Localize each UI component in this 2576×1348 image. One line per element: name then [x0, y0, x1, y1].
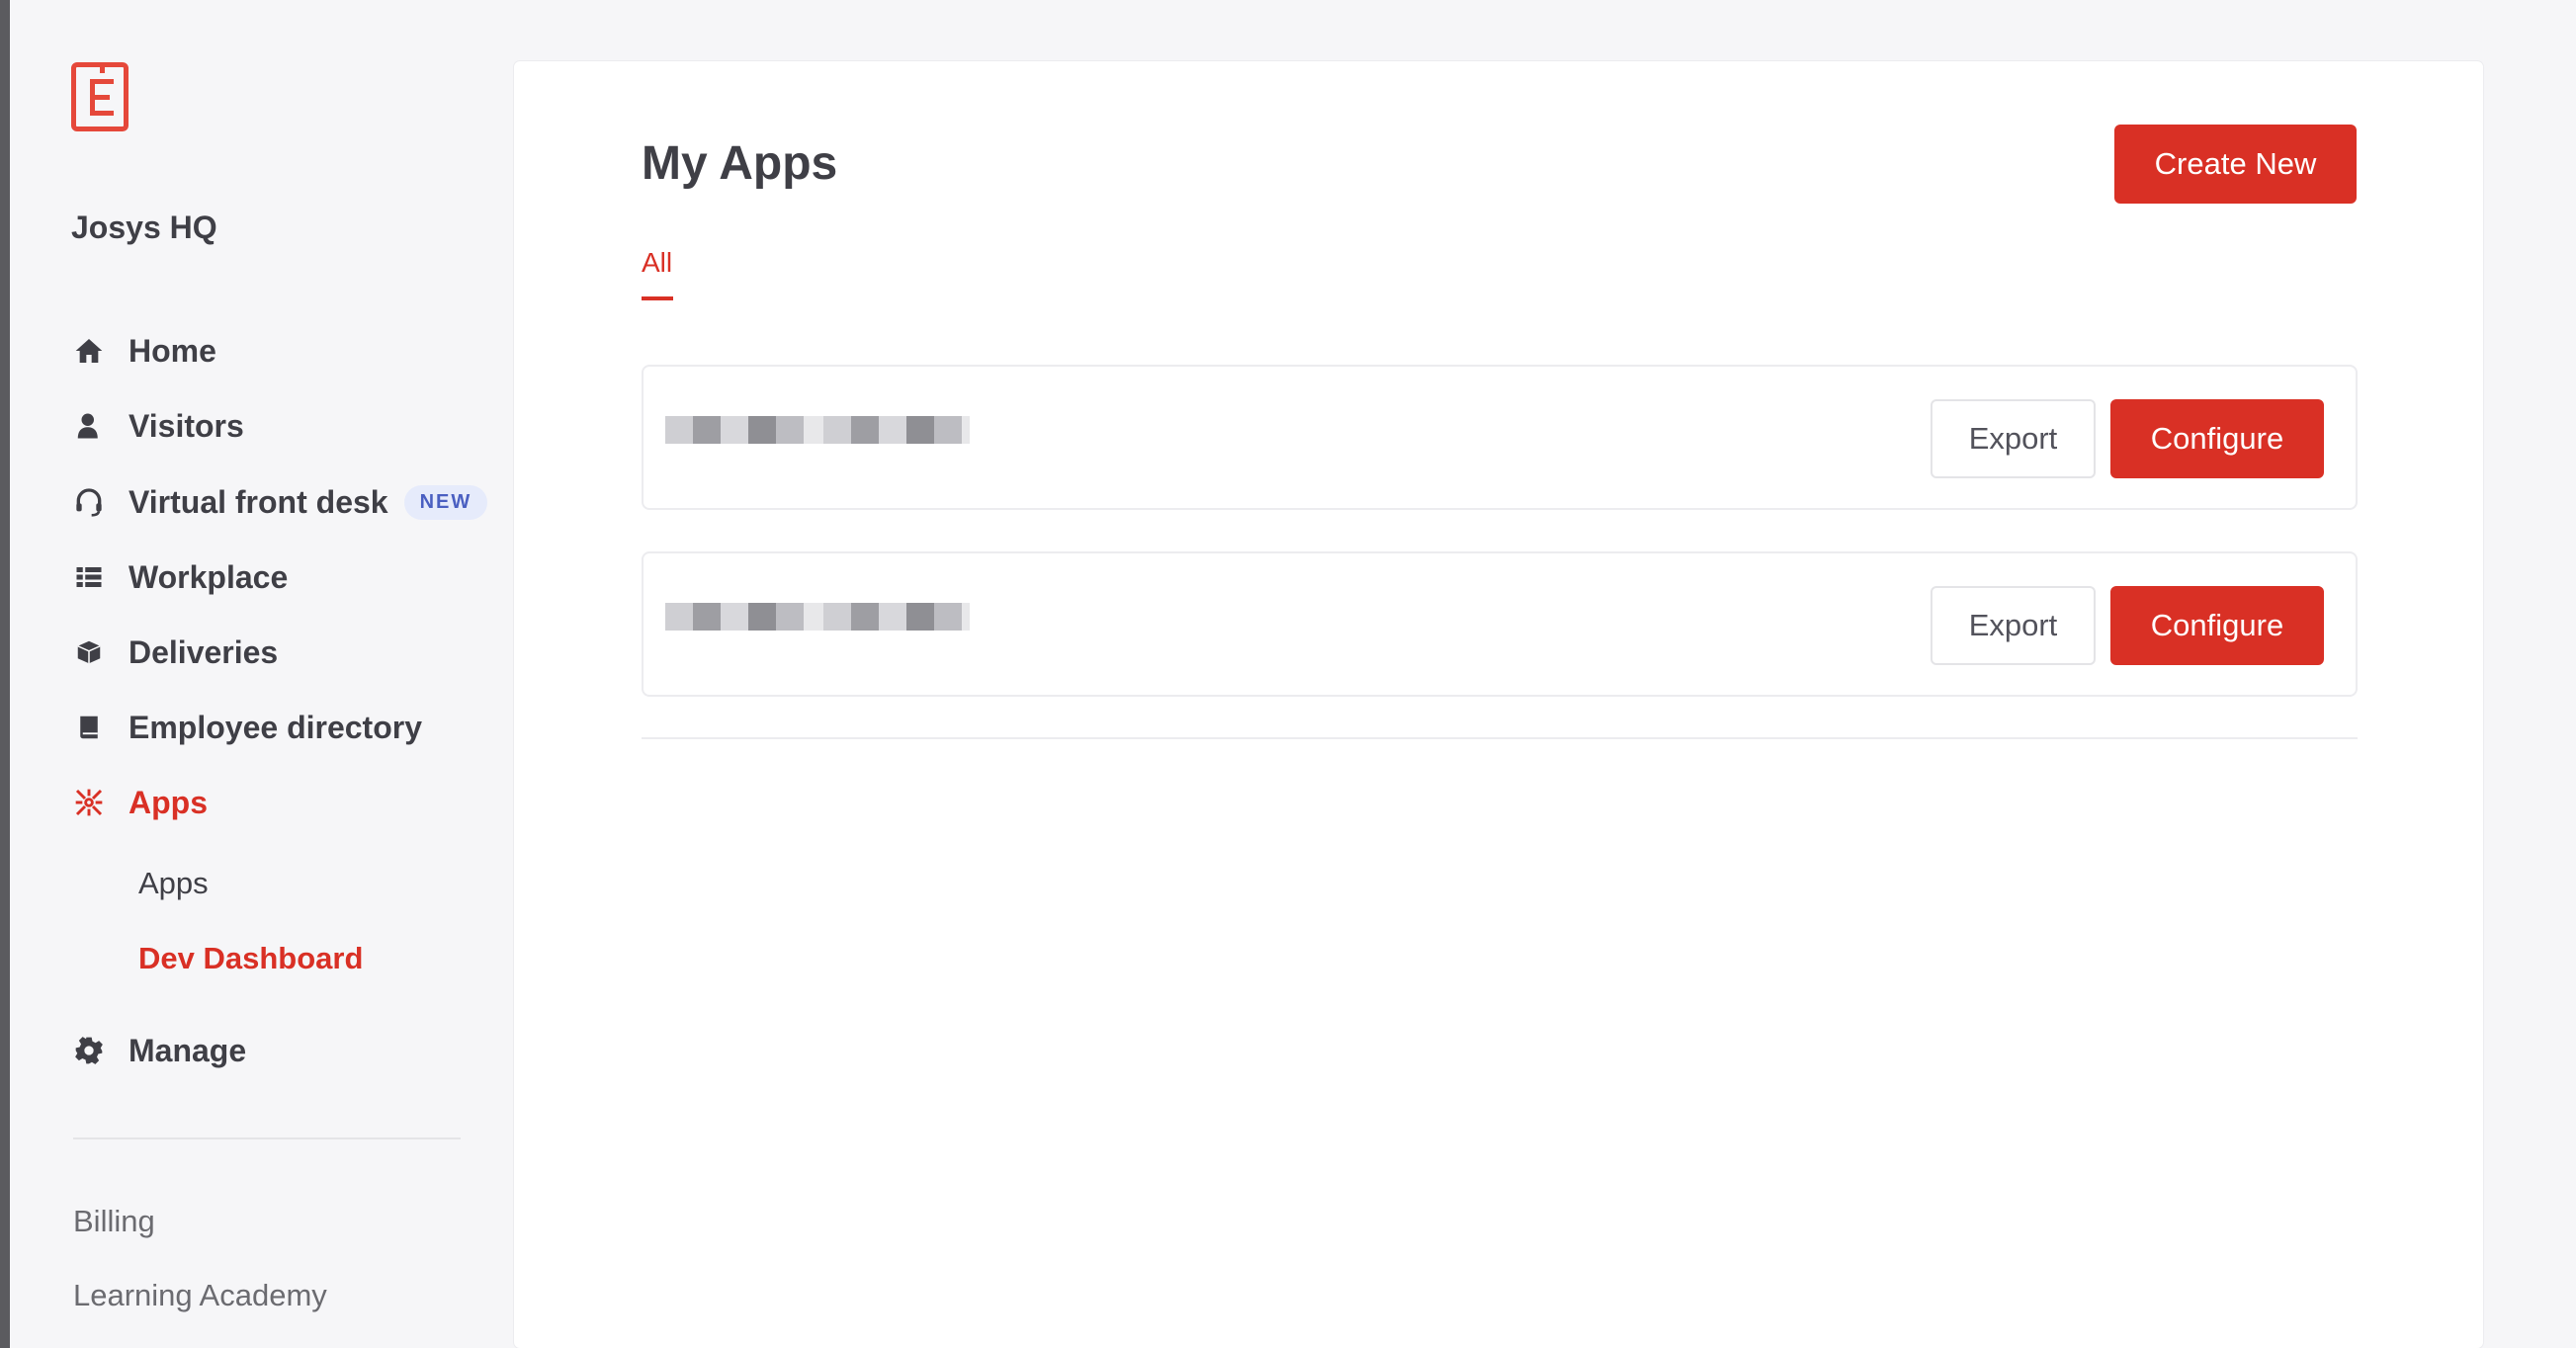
main-content — [514, 61, 2483, 1348]
nav-item-label: Apps — [129, 784, 208, 820]
active-tab-indicator — [642, 296, 673, 300]
learning-academy-link[interactable]: Learning Academy — [73, 1278, 327, 1313]
nav-item-label: Employee directory — [129, 709, 422, 745]
nav-item-visitors[interactable]: Visitors — [71, 403, 244, 449]
app-card: Export Configure — [642, 365, 2358, 510]
nav-item-label: Workplace — [129, 558, 289, 595]
app-name-redacted — [665, 603, 970, 631]
org-name[interactable]: Josys HQ — [71, 210, 217, 246]
home-icon — [71, 333, 107, 369]
nav-item-employee-directory[interactable]: Employee directory — [71, 705, 422, 750]
nav-item-virtual-front-desk[interactable]: Virtual front desk NEW — [71, 479, 488, 525]
export-button[interactable]: Export — [1931, 399, 2096, 478]
tab-all[interactable]: All — [642, 247, 672, 279]
window-edge — [0, 0, 10, 1348]
new-badge: NEW — [403, 484, 488, 520]
nav-item-manage[interactable]: Manage — [71, 1028, 246, 1073]
list-divider — [642, 737, 2358, 739]
nav-item-label: Virtual front desk — [129, 483, 388, 520]
subnav-item-dev-dashboard[interactable]: Dev Dashboard — [138, 941, 363, 976]
app-name-redacted — [665, 416, 970, 444]
nav-item-label: Manage — [129, 1032, 247, 1068]
book-icon — [71, 710, 107, 745]
app-card: Export Configure — [642, 551, 2358, 697]
nav-item-label: Visitors — [129, 407, 244, 444]
nav-item-workplace[interactable]: Workplace — [71, 554, 288, 600]
nav-item-label: Home — [129, 332, 216, 369]
export-button[interactable]: Export — [1931, 586, 2096, 665]
apps-icon — [71, 785, 107, 820]
list-icon — [71, 559, 107, 595]
create-new-button[interactable]: Create New — [2114, 125, 2357, 204]
page-title: My Apps — [642, 137, 838, 190]
company-logo[interactable] — [71, 62, 129, 131]
nav-item-apps[interactable]: Apps — [71, 780, 208, 825]
gear-icon — [71, 1033, 107, 1068]
nav-item-label: Deliveries — [129, 633, 279, 670]
box-icon — [71, 634, 107, 670]
nav-item-deliveries[interactable]: Deliveries — [71, 630, 278, 675]
configure-button[interactable]: Configure — [2110, 586, 2324, 665]
headset-icon — [71, 484, 107, 520]
billing-link[interactable]: Billing — [73, 1204, 155, 1239]
subnav-item-apps[interactable]: Apps — [138, 866, 209, 901]
nav-item-home[interactable]: Home — [71, 328, 216, 374]
sidebar-divider — [73, 1137, 461, 1139]
visitor-icon — [71, 408, 107, 444]
sidebar: Josys HQ Home Visitors Virtual front des… — [10, 0, 504, 1348]
configure-button[interactable]: Configure — [2110, 399, 2324, 478]
